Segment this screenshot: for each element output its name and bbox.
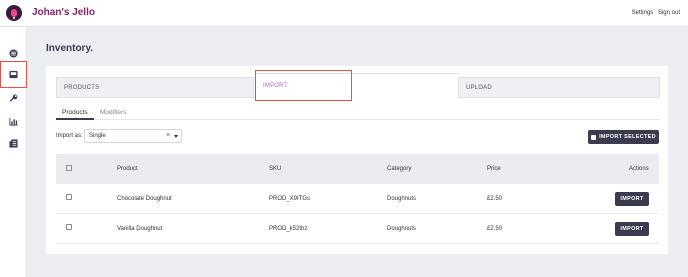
brand-name[interactable]: Johan's Jello: [32, 7, 95, 18]
table-header: Product SKU Category Price Actions: [56, 154, 659, 184]
column-header-actions: Actions: [629, 166, 649, 172]
row-checkbox[interactable]: [66, 224, 72, 230]
tab-import[interactable]: IMPORT: [263, 83, 287, 89]
top-bar: Johan's Jello Settings Sign out: [0, 0, 688, 27]
sidebar-item-orders[interactable]: [5, 135, 21, 151]
active-subtab-indicator: [56, 118, 94, 120]
list-icon: [8, 48, 18, 58]
product-sku: PROD_X9ITGs: [269, 196, 311, 202]
sidebar-item-reports[interactable]: [5, 113, 21, 129]
row-import-button[interactable]: IMPORT: [615, 192, 649, 206]
import-selected-label: IMPORT SELECTED: [599, 134, 656, 140]
column-header-category: Category: [387, 166, 412, 172]
tab-bar: PRODUCTS UPLOAD: [56, 73, 660, 99]
sign-out-link[interactable]: Sign out: [658, 10, 680, 16]
tab-products[interactable]: PRODUCTS: [56, 77, 256, 98]
subtab-modifiers[interactable]: Modifiers: [100, 109, 126, 116]
sidebar-item-tools[interactable]: [5, 90, 21, 106]
logo-dot: [13, 17, 15, 19]
sidebar: [0, 27, 27, 277]
subtab-products[interactable]: Products: [62, 109, 88, 116]
import-as-label: Import as:: [56, 133, 83, 139]
inbox-icon: [9, 70, 18, 79]
select-all-checkbox[interactable]: [66, 165, 72, 171]
import-selected-button[interactable]: IMPORT SELECTED: [588, 130, 659, 144]
bar-chart-icon: [8, 117, 18, 126]
chevron-down-icon[interactable]: [174, 135, 178, 138]
receipt-icon: [8, 138, 18, 148]
row-import-button[interactable]: IMPORT: [615, 222, 649, 236]
product-category: Doughnuts: [387, 196, 417, 202]
page-title: Inventory.: [46, 43, 94, 54]
product-price: £2.50: [487, 226, 503, 232]
product-name: Vanilla Doughnut: [117, 226, 163, 232]
table-row: Chocolate Doughnut PROD_X9ITGs Doughnuts…: [56, 184, 659, 214]
top-links: Settings Sign out: [629, 10, 680, 16]
sidebar-item-inventory[interactable]: [0, 61, 27, 88]
subtab-bar: Products Modifiers: [56, 107, 660, 120]
table-row: Vanilla Doughnut PROD_k52thz Doughnuts £…: [56, 214, 659, 244]
import-icon: [591, 134, 597, 140]
import-as-select[interactable]: Single ×: [84, 129, 182, 143]
product-category: Doughnuts: [387, 226, 417, 232]
column-header-price: Price: [487, 166, 501, 172]
import-as-value: Single: [89, 133, 106, 139]
tab-upload[interactable]: UPLOAD: [458, 77, 660, 98]
sidebar-item-list[interactable]: [5, 45, 21, 61]
wrench-icon: [9, 94, 17, 102]
column-header-sku: SKU: [269, 166, 282, 172]
logo-mark: [11, 9, 17, 17]
row-checkbox[interactable]: [66, 194, 72, 200]
column-header-product: Product: [117, 166, 138, 172]
clear-icon[interactable]: ×: [166, 132, 170, 139]
product-price: £2.50: [487, 196, 503, 202]
product-name: Chocolate Doughnut: [117, 196, 172, 202]
product-sku: PROD_k52thz: [269, 226, 308, 232]
app-logo[interactable]: [6, 5, 22, 21]
settings-link[interactable]: Settings: [632, 10, 654, 16]
